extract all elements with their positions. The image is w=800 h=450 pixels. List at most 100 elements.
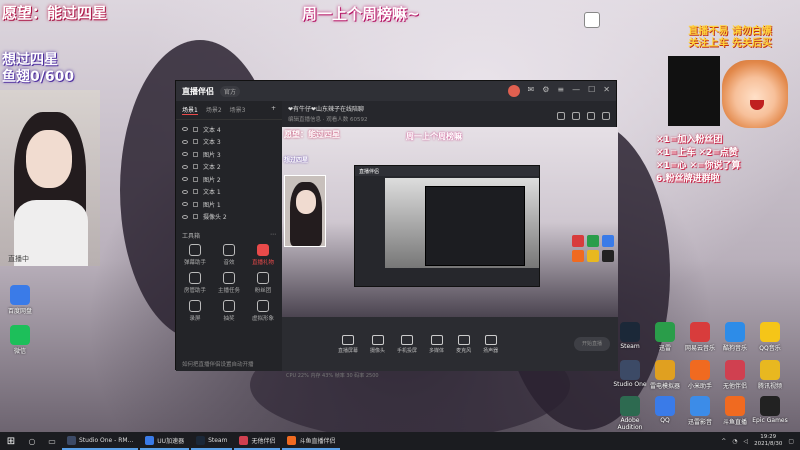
tool-item[interactable]: 直播礼物 <box>246 244 280 266</box>
desktop-icon[interactable]: 微信 <box>0 325 40 355</box>
start-live-button[interactable]: 开始直播 <box>574 337 610 351</box>
source-control-item[interactable]: 麦克风 <box>456 334 471 354</box>
visibility-icon[interactable] <box>182 177 188 182</box>
visibility-icon[interactable] <box>182 202 188 207</box>
lock-icon[interactable] <box>193 201 198 207</box>
tools-more-icon[interactable]: ⋯ <box>270 231 276 240</box>
source-control-label: 手机投屏 <box>397 347 418 354</box>
sidebar-footer-hint[interactable]: 如何把直播伴侣设置自动开播 <box>182 360 254 368</box>
desktop-icon[interactable]: 斗鱼直播 <box>715 396 755 426</box>
layer-item[interactable]: 图片 3 <box>176 148 282 161</box>
tool-item[interactable]: 抽奖 <box>212 300 246 322</box>
user-avatar[interactable] <box>507 85 520 97</box>
taskbar: ⊞ ○ ▭ Studio One - RM... UU加速器 Steam 无他伴侣 斗鱼… <box>0 432 800 450</box>
search-icon[interactable]: ○ <box>22 432 42 450</box>
volume-icon[interactable]: ◁ <box>744 438 749 445</box>
desktop-icon[interactable]: 百度网盘 <box>0 285 40 315</box>
tool-item[interactable]: 虚拟形象 <box>246 300 280 322</box>
lock-icon[interactable] <box>193 139 198 145</box>
layer-item[interactable]: 文本 3 <box>176 136 282 149</box>
taskbar-app[interactable]: 斗鱼直播伴侣 <box>282 432 341 450</box>
app-icon <box>760 396 780 416</box>
tool-item[interactable]: 粉丝团 <box>246 272 280 294</box>
tool-item[interactable]: 录屏 <box>178 300 212 322</box>
lock-icon[interactable] <box>193 164 198 170</box>
desktop-icon[interactable]: Epic Games <box>750 396 790 424</box>
taskbar-app[interactable]: Steam <box>191 432 233 450</box>
layer-item[interactable]: 图片 2 <box>176 173 282 186</box>
visibility-icon[interactable] <box>182 127 188 132</box>
tool-item[interactable]: 音效 <box>212 244 246 266</box>
taskbar-app[interactable]: Studio One - RM... <box>62 432 139 450</box>
close-icon[interactable]: ✕ <box>603 85 610 97</box>
stream-preview[interactable]: 愿望：能过四星 周一上个周榜嘛 想过四星 直播伴侣 <box>282 127 618 317</box>
preview-weekly-text: 周一上个周榜嘛 <box>406 132 462 141</box>
start-button[interactable]: ⊞ <box>0 432 22 450</box>
window-titlebar[interactable]: 直播伴侣 官方 ✉ ⚙ ≡ — ☐ ✕ <box>176 81 616 101</box>
scene-tab-1[interactable]: 场景1 <box>182 105 198 115</box>
desktop-icon[interactable]: Studio One <box>610 360 650 388</box>
lock-icon[interactable] <box>193 189 198 195</box>
taskbar-app[interactable]: UU加速器 <box>140 432 190 450</box>
visibility-icon[interactable] <box>182 139 188 144</box>
source-control-item[interactable]: 扬声器 <box>483 334 498 354</box>
taskbar-app[interactable]: 无他伴侣 <box>234 432 281 450</box>
desktop-icon[interactable]: 迅雷 <box>645 322 685 352</box>
desktop-icon[interactable]: 网易云音乐 <box>680 322 720 352</box>
desktop-icon[interactable]: Steam <box>610 322 650 350</box>
desktop-icon[interactable]: 迅雷影音 <box>680 396 720 426</box>
tray-up-icon[interactable]: ^ <box>721 438 726 445</box>
wish-sub-line-1: 想过四星 <box>2 52 58 68</box>
desktop-icon[interactable]: Adobe Audition <box>610 396 650 431</box>
lock-icon[interactable] <box>193 126 198 132</box>
grid-icon[interactable] <box>572 112 580 120</box>
visibility-icon[interactable] <box>182 164 188 169</box>
scene-tab-3[interactable]: 场景3 <box>230 105 246 115</box>
settings-icon[interactable]: ⚙ <box>542 85 549 97</box>
visibility-icon[interactable] <box>182 152 188 157</box>
notification-icon[interactable]: ▢ <box>788 438 794 445</box>
visibility-icon[interactable] <box>182 214 188 219</box>
layer-item[interactable]: 摄像头 2 <box>176 211 282 224</box>
minimize-icon[interactable]: — <box>572 85 580 97</box>
layer-item[interactable]: 文本 1 <box>176 186 282 199</box>
visibility-icon[interactable] <box>182 189 188 194</box>
tool-item[interactable]: 房管助手 <box>178 272 212 294</box>
tool-item[interactable]: 主播任务 <box>212 272 246 294</box>
share-icon[interactable] <box>602 112 610 120</box>
add-scene-icon[interactable]: + <box>271 105 276 115</box>
layout-icon[interactable] <box>557 112 565 120</box>
wish-sub-line-2: 鱼翅0/600 <box>2 69 75 85</box>
source-control-icon <box>371 334 384 345</box>
mail-icon[interactable]: ✉ <box>528 85 535 97</box>
tool-item[interactable]: 弹幕助手 <box>178 244 212 266</box>
record-icon[interactable] <box>587 112 595 120</box>
desktop-icon[interactable]: 小米助手 <box>680 360 720 390</box>
desktop-icon[interactable]: 酷狗音乐 <box>715 322 755 352</box>
menu-icon[interactable]: ≡ <box>557 85 564 97</box>
layer-item[interactable]: 文本 4 <box>176 123 282 136</box>
desktop-icon[interactable]: 腾讯视频 <box>750 360 790 390</box>
source-control-item[interactable]: 手机投屏 <box>397 334 418 354</box>
lock-icon[interactable] <box>193 214 198 220</box>
lock-icon[interactable] <box>193 151 198 157</box>
task-view-icon[interactable]: ▭ <box>42 432 62 450</box>
streaming-companion-window[interactable]: 直播伴侣 官方 ✉ ⚙ ≡ — ☐ ✕ 场景1 场景2 场景3 + 文本 4 文本… <box>175 80 618 379</box>
lock-icon[interactable] <box>193 176 198 182</box>
desktop-icon[interactable]: 雷电模拟器 <box>645 360 685 390</box>
maximize-icon[interactable]: ☐ <box>588 85 595 97</box>
app-icon <box>10 285 30 305</box>
layer-item[interactable]: 文本 2 <box>176 161 282 174</box>
source-control-item[interactable]: 摄像头 <box>370 334 385 354</box>
source-control-item[interactable]: 多媒体 <box>429 334 444 354</box>
clock[interactable]: 19:29 2021/8/30 <box>754 434 782 448</box>
source-control-item[interactable]: 直播屏幕 <box>338 334 358 354</box>
desktop-icon[interactable]: QQ音乐 <box>750 322 790 352</box>
scene-tab-2[interactable]: 场景2 <box>206 105 222 115</box>
layer-label: 文本 2 <box>203 164 221 172</box>
tray-widget-icon[interactable] <box>584 12 600 28</box>
desktop-icon[interactable]: QQ <box>645 396 685 424</box>
desktop-icon[interactable]: 无他伴侣 <box>715 360 755 390</box>
layer-item[interactable]: 图片 1 <box>176 198 282 211</box>
network-icon[interactable]: ◔ <box>732 438 737 445</box>
